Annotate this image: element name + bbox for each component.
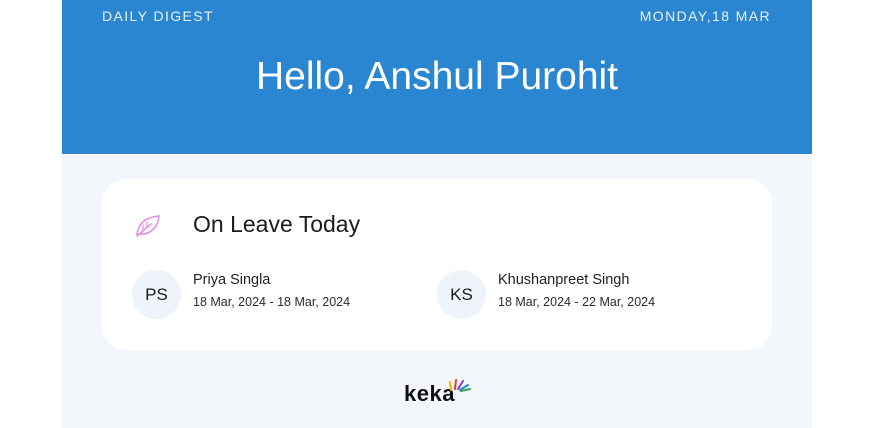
daily-digest-email: DAILY DIGEST MONDAY,18 MAR Hello, Anshul… (62, 0, 812, 428)
person-name: Khushanpreet Singh (498, 272, 630, 288)
person-name: Priya Singla (193, 272, 271, 288)
on-leave-card: On Leave Today PS Priya Singla 18 Mar, 2… (102, 179, 772, 350)
leave-dates: 18 Mar, 2024 - 22 Mar, 2024 (498, 295, 656, 309)
digest-date: MONDAY,18 MAR (639, 8, 771, 24)
on-leave-title: On Leave Today (193, 211, 361, 237)
keka-rays-icon (449, 379, 471, 392)
leaf-icon (136, 215, 160, 237)
digest-label: DAILY DIGEST (102, 8, 214, 24)
keka-logo[interactable]: keka (404, 378, 474, 408)
digest-header: DAILY DIGEST MONDAY,18 MAR Hello, Anshul… (62, 0, 812, 154)
leave-dates: 18 Mar, 2024 - 18 Mar, 2024 (193, 295, 351, 309)
greeting-heading: Hello, Anshul Purohit (255, 55, 619, 98)
avatar: KS (437, 270, 486, 319)
avatar: PS (132, 270, 181, 319)
